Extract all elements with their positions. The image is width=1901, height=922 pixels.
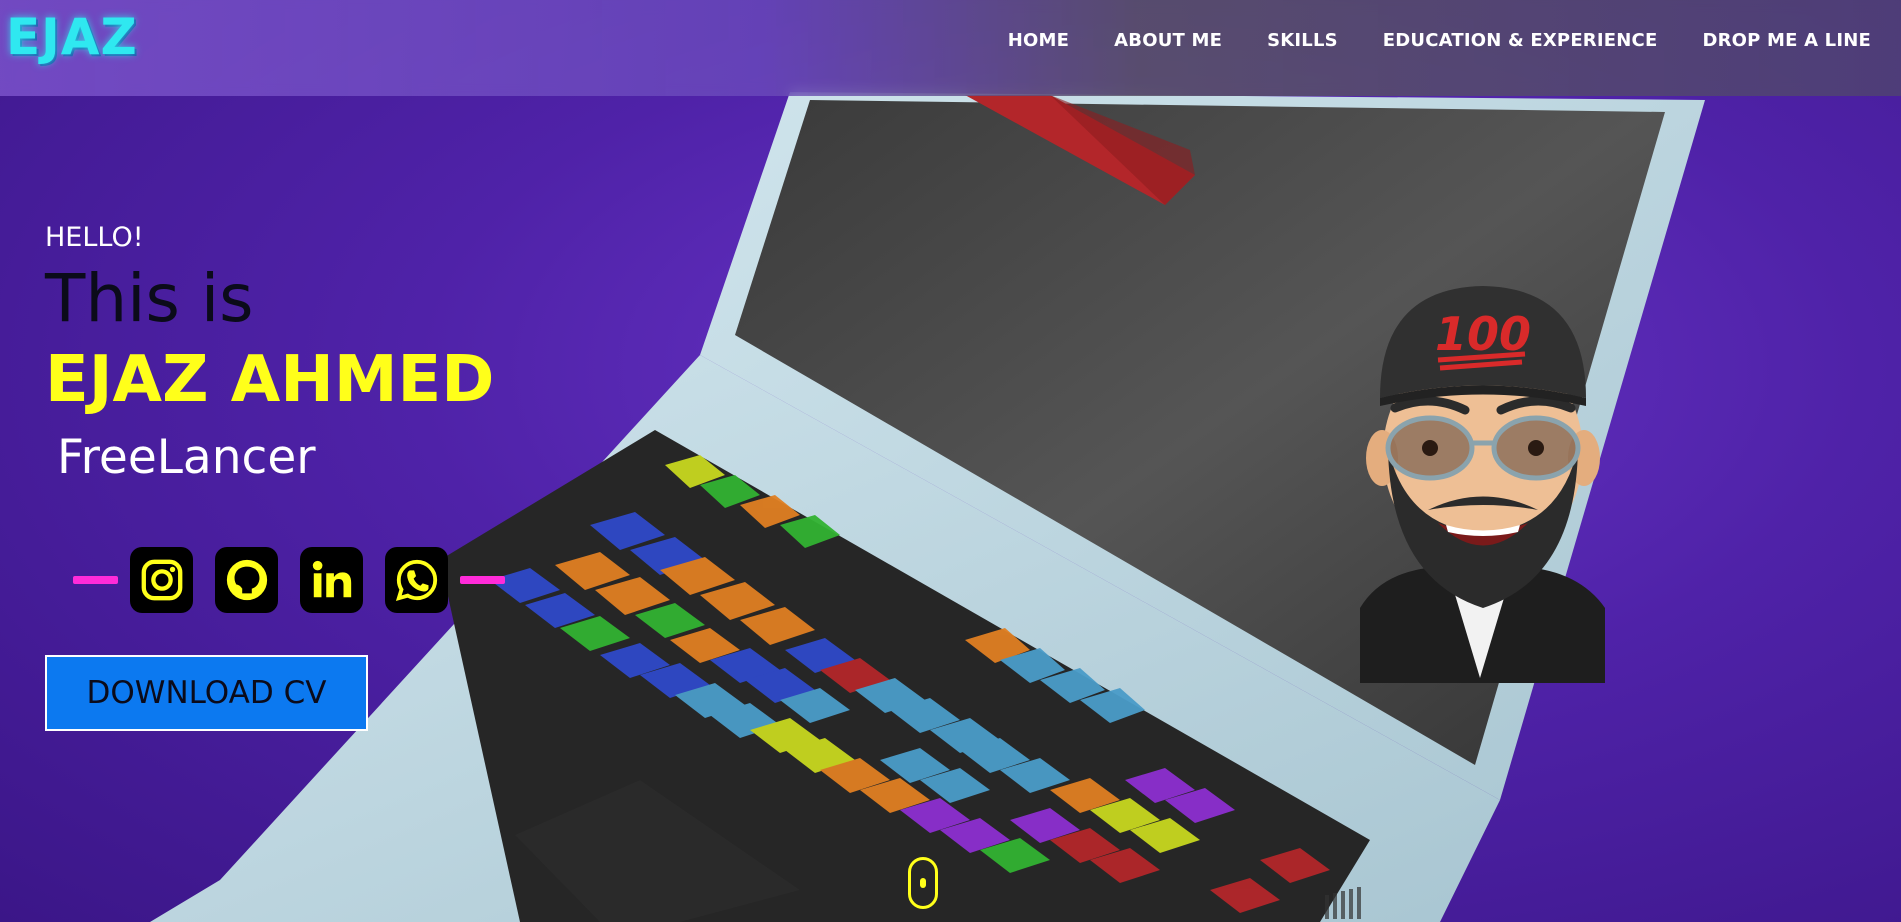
nav-link-about[interactable]: ABOUT ME bbox=[1114, 30, 1222, 51]
nav-menu: HOME ABOUT ME SKILLS EDUCATION & EXPERIE… bbox=[1008, 0, 1871, 80]
github-link[interactable] bbox=[215, 547, 278, 613]
instagram-link[interactable] bbox=[130, 547, 193, 613]
nav-item-contact: DROP ME A LINE bbox=[1702, 30, 1871, 51]
whatsapp-icon bbox=[395, 559, 437, 602]
github-icon bbox=[226, 559, 267, 601]
avatar: 100 bbox=[1360, 286, 1605, 683]
scroll-down-indicator[interactable] bbox=[908, 857, 938, 909]
hero-section: 100 EJAZ HOME ABOUT ME SKILLS EDUCATION … bbox=[0, 0, 1901, 922]
role-text: FreeLancer bbox=[57, 430, 316, 486]
name-heading: EJAZ AHMED bbox=[45, 343, 495, 418]
download-cv-button[interactable]: DOWNLOAD CV bbox=[45, 655, 368, 731]
linkedin-icon bbox=[312, 560, 351, 598]
nav-item-about: ABOUT ME bbox=[1114, 30, 1222, 51]
navbar: EJAZ HOME ABOUT ME SKILLS EDUCATION & EX… bbox=[0, 0, 1901, 96]
scroll-dot-icon bbox=[920, 878, 926, 888]
nav-link-home[interactable]: HOME bbox=[1008, 30, 1069, 51]
instagram-icon bbox=[141, 559, 182, 601]
left-dash-divider bbox=[73, 576, 118, 584]
nav-item-home: HOME bbox=[1008, 30, 1069, 51]
nav-link-contact[interactable]: DROP ME A LINE bbox=[1702, 30, 1871, 51]
intro-text: This is bbox=[45, 260, 254, 338]
nav-link-education[interactable]: EDUCATION & EXPERIENCE bbox=[1383, 30, 1658, 51]
nav-item-skills: SKILLS bbox=[1267, 30, 1338, 51]
whatsapp-link[interactable] bbox=[385, 547, 448, 613]
nav-link-skills[interactable]: SKILLS bbox=[1267, 30, 1338, 51]
hero-intro: HELLO! This is EJAZ AHMED FreeLancer bbox=[45, 222, 494, 481]
greeting-text: HELLO! bbox=[45, 222, 144, 253]
site-logo[interactable]: EJAZ bbox=[6, 8, 138, 66]
social-links bbox=[73, 547, 505, 613]
right-dash-divider bbox=[460, 576, 505, 584]
linkedin-link[interactable] bbox=[300, 547, 363, 613]
nav-item-education: EDUCATION & EXPERIENCE bbox=[1383, 30, 1658, 51]
